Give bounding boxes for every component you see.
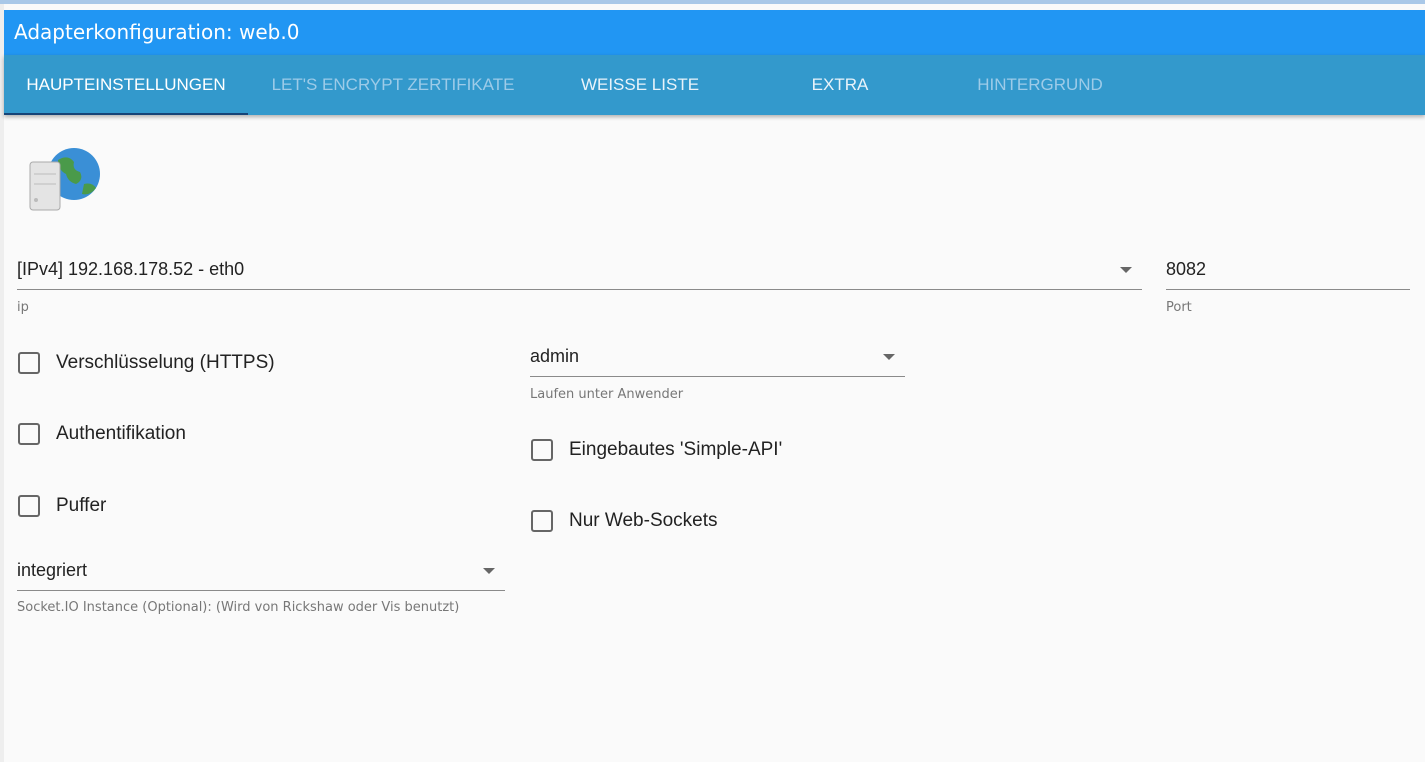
simple-api-label: Eingebautes 'Simple-API'	[569, 439, 783, 460]
run-as-select[interactable]: admin	[530, 339, 905, 377]
https-checkbox[interactable]: Verschlüsselung (HTTPS)	[18, 352, 275, 374]
tab-extra[interactable]: EXTRA	[742, 55, 938, 115]
auth-label: Authentifikation	[56, 423, 186, 444]
checkbox-box	[18, 352, 40, 374]
web-sockets-checkbox[interactable]: Nur Web-Sockets	[531, 510, 718, 532]
run-as-value: admin	[530, 346, 580, 366]
port-value: 8082	[1166, 259, 1207, 279]
auth-checkbox[interactable]: Authentifikation	[18, 423, 186, 445]
chevron-down-icon	[1120, 267, 1132, 273]
tab-whitelist[interactable]: WEISSE LISTE	[538, 55, 742, 115]
simple-api-checkbox[interactable]: Eingebautes 'Simple-API'	[531, 439, 782, 461]
checkbox-box	[18, 423, 40, 445]
page-title: Adapterkonfiguration: web.0	[4, 10, 1425, 55]
checkbox-box	[18, 495, 40, 517]
socketio-select[interactable]: integriert	[17, 553, 505, 591]
checkbox-box	[531, 439, 553, 461]
chevron-down-icon	[883, 354, 895, 360]
tab-main-settings[interactable]: HAUPTEINSTELLUNGEN	[4, 55, 248, 115]
tab-background[interactable]: HINTERGRUND	[938, 55, 1142, 115]
ip-value: [IPv4] 192.168.178.52 - eth0	[17, 259, 245, 279]
socketio-value: integriert	[17, 560, 88, 580]
port-label: Port	[1166, 300, 1192, 315]
cache-label: Puffer	[56, 495, 107, 516]
run-as-label: Laufen unter Anwender	[530, 387, 684, 402]
ip-label: ip	[17, 300, 29, 315]
cache-checkbox[interactable]: Puffer	[18, 495, 106, 517]
web-sockets-label: Nur Web-Sockets	[569, 510, 718, 531]
checkbox-box	[531, 510, 553, 532]
https-label: Verschlüsselung (HTTPS)	[56, 352, 275, 373]
tab-bar: HAUPTEINSTELLUNGEN LET'S ENCRYPT ZERTIFI…	[4, 55, 1425, 115]
web-server-globe-icon	[29, 148, 100, 211]
tab-lets-encrypt[interactable]: LET'S ENCRYPT ZERTIFIKATE	[248, 55, 538, 115]
port-input[interactable]: 8082	[1166, 252, 1410, 290]
ip-select[interactable]: [IPv4] 192.168.178.52 - eth0	[17, 252, 1142, 290]
adapter-config-page: Adapterkonfiguration: web.0 HAUPTEINSTEL…	[4, 4, 1425, 762]
chevron-down-icon	[483, 568, 495, 574]
socketio-label: Socket.IO Instance (Optional): (Wird von…	[17, 600, 460, 615]
